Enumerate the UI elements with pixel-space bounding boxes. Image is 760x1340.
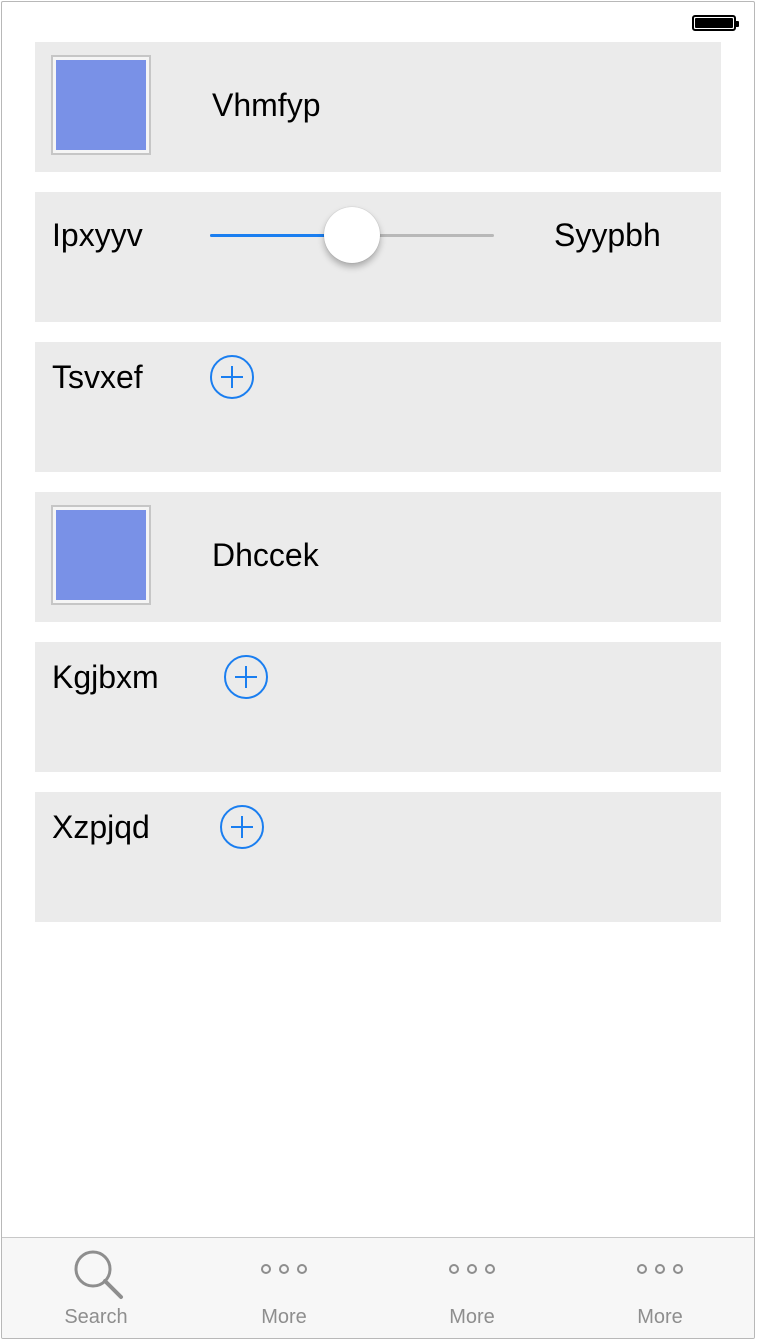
row-label: Tsvxef — [52, 359, 143, 395]
tab-label: Search — [64, 1306, 128, 1328]
battery-icon — [692, 15, 739, 31]
slider-row: Ipxyyv Syypbh — [35, 192, 721, 322]
tab-more-1[interactable]: More — [190, 1238, 378, 1338]
search-icon — [74, 1250, 123, 1299]
app-window: Vhmfyp Ipxyyv Syypbh Tsvxef Dhccek Kgjbx… — [1, 1, 755, 1339]
row-label: Xzpjqd — [52, 809, 150, 845]
row-label: Kgjbxm — [52, 659, 159, 695]
tab-more-2[interactable]: More — [378, 1238, 566, 1338]
tab-label: More — [637, 1306, 683, 1328]
slider-knob[interactable] — [324, 207, 380, 263]
more-icon — [378, 1264, 566, 1274]
list-item-vhmfyp[interactable]: Vhmfyp — [35, 42, 721, 172]
add-row-kgjbxm: Kgjbxm — [35, 642, 721, 772]
row-label: Dhccek — [212, 537, 319, 573]
thumbnail — [51, 55, 151, 155]
tab-more-3[interactable]: More — [566, 1238, 754, 1338]
more-icon — [190, 1264, 378, 1274]
tab-label: More — [261, 1306, 307, 1328]
add-row-xzpjqd: Xzpjqd — [35, 792, 721, 922]
image-swatch — [56, 60, 146, 150]
list-item-dhccek[interactable]: Dhccek — [35, 492, 721, 622]
row-label: Vhmfyp — [212, 87, 321, 123]
plus-circle-icon[interactable] — [220, 805, 264, 849]
value-slider[interactable] — [210, 207, 494, 263]
add-row-tsvxef: Tsvxef — [35, 342, 721, 472]
image-swatch — [56, 510, 146, 600]
plus-circle-icon[interactable] — [224, 655, 268, 699]
slider-max-label: Syypbh — [554, 217, 661, 253]
tab-bar: Search More More More — [2, 1237, 754, 1338]
thumbnail — [51, 505, 151, 605]
tab-search[interactable]: Search — [2, 1238, 190, 1338]
more-icon — [566, 1264, 754, 1274]
slider-min-label: Ipxyyv — [52, 217, 143, 253]
plus-circle-icon[interactable] — [210, 355, 254, 399]
tab-label: More — [449, 1306, 495, 1328]
